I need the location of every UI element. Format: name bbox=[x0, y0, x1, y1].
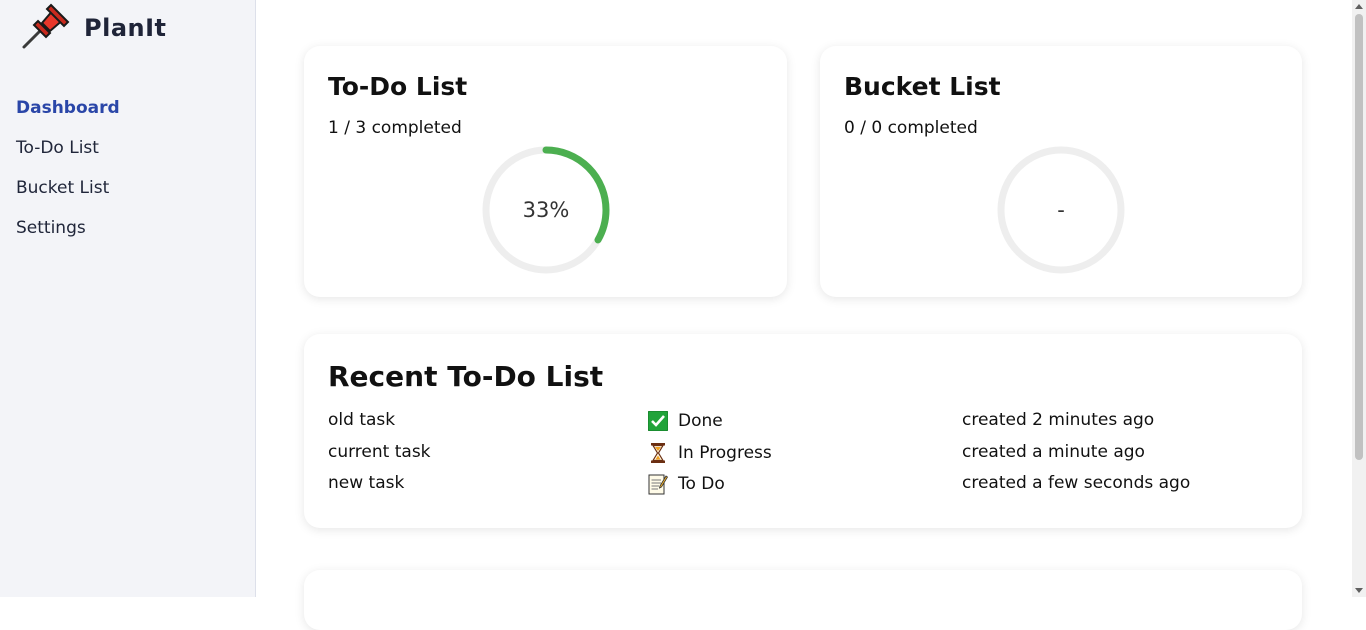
task-status: In Progress bbox=[647, 442, 772, 464]
bucket-summary-card: Bucket List 0 / 0 completed - bbox=[820, 46, 1302, 297]
checkmark-icon bbox=[647, 410, 669, 432]
bucket-card-title: Bucket List bbox=[844, 72, 1001, 101]
task-created: created 2 minutes ago bbox=[962, 410, 1155, 430]
scroll-up-arrow-icon[interactable] bbox=[1355, 4, 1363, 9]
main-content: To-Do List 1 / 3 completed 33% Bucket Li… bbox=[256, 0, 1352, 630]
task-name: old task bbox=[328, 410, 396, 430]
vertical-scrollbar[interactable] bbox=[1352, 0, 1366, 597]
todo-progress-label: 33% bbox=[522, 198, 570, 222]
status-label: To Do bbox=[678, 474, 725, 494]
sidebar-item-settings[interactable]: Settings bbox=[16, 208, 120, 248]
sidebar-item-todo-list[interactable]: To-Do List bbox=[16, 128, 120, 168]
recent-todo-card: Recent To-Do List old task Done created … bbox=[304, 334, 1302, 528]
sidebar-nav: Dashboard To-Do List Bucket List Setting… bbox=[16, 88, 120, 248]
task-name: new task bbox=[328, 473, 405, 493]
status-label: In Progress bbox=[678, 442, 772, 463]
sidebar-item-bucket-list[interactable]: Bucket List bbox=[16, 168, 120, 208]
task-created: created a minute ago bbox=[962, 441, 1145, 462]
table-row[interactable]: current task In Progress created a minut… bbox=[328, 442, 1278, 474]
task-status: To Do bbox=[647, 473, 725, 495]
scrollbar-thumb[interactable] bbox=[1355, 14, 1363, 460]
todo-progress-ring: 33% bbox=[480, 144, 612, 276]
table-row[interactable]: new task To Do created a few seconds ago bbox=[328, 473, 1278, 505]
status-label: Done bbox=[678, 411, 723, 431]
task-status: Done bbox=[647, 410, 723, 432]
bucket-progress-ring: - bbox=[995, 144, 1127, 276]
sidebar: PlanIt Dashboard To-Do List Bucket List … bbox=[0, 0, 256, 597]
pushpin-icon bbox=[18, 1, 70, 55]
recent-todo-title: Recent To-Do List bbox=[328, 360, 604, 393]
sidebar-item-dashboard[interactable]: Dashboard bbox=[16, 88, 120, 128]
task-name: current task bbox=[328, 441, 431, 462]
next-section-card bbox=[304, 570, 1302, 630]
bucket-completed-text: 0 / 0 completed bbox=[844, 118, 978, 138]
hourglass-icon bbox=[647, 442, 669, 464]
todo-summary-card: To-Do List 1 / 3 completed 33% bbox=[304, 46, 787, 297]
app-name: PlanIt bbox=[84, 14, 167, 42]
todo-card-title: To-Do List bbox=[328, 72, 468, 101]
brand[interactable]: PlanIt bbox=[18, 0, 167, 56]
recent-todo-list: old task Done created 2 minutes ago curr… bbox=[328, 410, 1278, 505]
scroll-down-arrow-icon[interactable] bbox=[1355, 588, 1363, 593]
memo-icon bbox=[647, 473, 669, 495]
todo-completed-text: 1 / 3 completed bbox=[328, 118, 462, 138]
bucket-progress-label: - bbox=[1057, 198, 1065, 222]
task-created: created a few seconds ago bbox=[962, 473, 1191, 493]
table-row[interactable]: old task Done created 2 minutes ago bbox=[328, 410, 1278, 442]
